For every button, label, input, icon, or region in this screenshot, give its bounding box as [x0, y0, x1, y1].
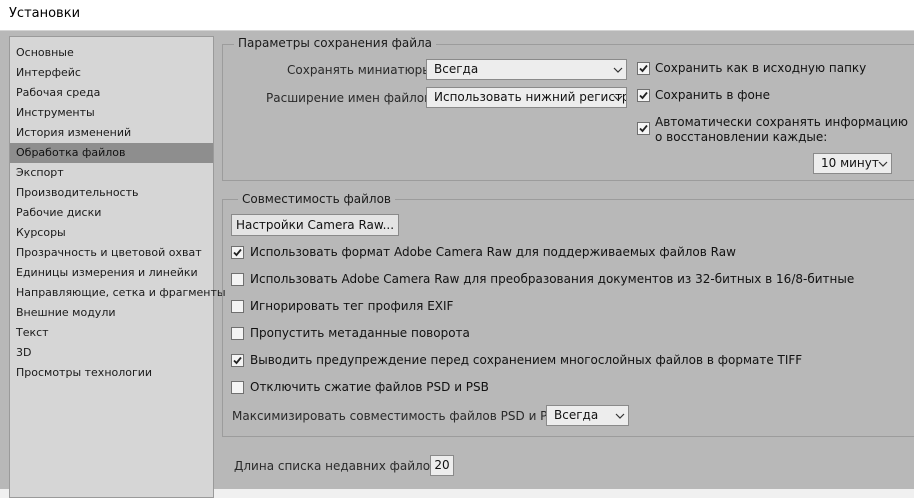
ignore-rotation-label: Пропустить метаданные поворота	[250, 326, 470, 340]
tiff-warning-label: Выводить предупреждение перед сохранение…	[250, 353, 803, 367]
save-background-label: Сохранить в фоне	[655, 88, 771, 102]
auto-save-interval-select[interactable]: 10 минут	[813, 153, 892, 174]
recent-files-label: Длина списка недавних файлов:	[234, 459, 442, 473]
use-acr-32bit-checkbox[interactable]	[231, 273, 244, 286]
ignore-rotation-checkbox[interactable]	[231, 327, 244, 340]
ignore-exif-checkbox[interactable]	[231, 300, 244, 313]
file-extension-select-value: Использовать нижний регистр	[434, 90, 627, 104]
chevron-down-icon	[613, 95, 623, 101]
save-original-folder-label: Сохранить как в исходную папку	[655, 61, 867, 75]
use-acr-32bit-label: Использовать Adobe Camera Raw для преобр…	[250, 272, 855, 286]
sidebar-item-performance[interactable]: Производительность	[10, 183, 213, 203]
preferences-content: Основные Интерфейс Рабочая среда Инструм…	[0, 31, 914, 498]
sidebar-item-cursors[interactable]: Курсоры	[10, 223, 213, 243]
disable-compression-checkbox[interactable]	[231, 381, 244, 394]
chevron-down-icon	[878, 161, 888, 167]
sidebar-item-plugins[interactable]: Внешние модули	[10, 303, 213, 323]
thumbnails-label: Сохранять миниатюры:	[287, 63, 436, 77]
file-extension-label: Расширение имен файлов:	[266, 91, 436, 105]
sidebar: Основные Интерфейс Рабочая среда Инструм…	[9, 36, 226, 498]
sidebar-item-file-handling[interactable]: Обработка файлов	[10, 143, 213, 163]
title-bar: Установки	[0, 0, 914, 31]
sidebar-item-general[interactable]: Основные	[10, 43, 213, 63]
checkmark-icon	[639, 124, 648, 133]
auto-save-interval-value: 10 минут	[821, 156, 879, 170]
auto-save-checkbox[interactable]	[637, 122, 650, 135]
maximize-compatibility-label: Максимизировать совместимость файлов PSD…	[232, 409, 568, 423]
sidebar-item-transparency-gamut[interactable]: Прозрачность и цветовой охват	[10, 243, 213, 263]
chevron-down-icon	[615, 413, 625, 419]
file-saving-options-title: Параметры сохранения файла	[234, 36, 437, 50]
file-compatibility-title: Совместимость файлов	[238, 192, 395, 206]
save-background-checkbox[interactable]	[637, 89, 650, 102]
sidebar-item-3d[interactable]: 3D	[10, 343, 213, 363]
sidebar-item-units-rulers[interactable]: Единицы измерения и линейки	[10, 263, 213, 283]
sidebar-item-tools[interactable]: Инструменты	[10, 103, 213, 123]
sidebar-item-technology-previews[interactable]: Просмотры технологии	[10, 363, 213, 383]
checkmark-icon	[639, 64, 648, 73]
use-acr-raw-label: Использовать формат Adobe Camera Raw для…	[250, 245, 736, 259]
use-acr-raw-checkbox[interactable]	[231, 246, 244, 259]
file-extension-select[interactable]: Использовать нижний регистр	[426, 87, 627, 108]
maximize-compatibility-value: Всегда	[554, 408, 599, 422]
checkmark-icon	[639, 91, 648, 100]
tiff-warning-checkbox[interactable]	[231, 354, 244, 367]
chevron-down-icon	[613, 67, 623, 73]
sidebar-item-history-log[interactable]: История изменений	[10, 123, 213, 143]
camera-raw-settings-button[interactable]: Настройки Camera Raw...	[231, 214, 399, 236]
ignore-exif-label: Игнорировать тег профиля EXIF	[250, 299, 454, 313]
thumbnails-select-value: Всегда	[434, 62, 479, 76]
window-title: Установки	[9, 6, 81, 21]
sidebar-item-interface[interactable]: Интерфейс	[10, 63, 213, 83]
auto-save-label-line1: Автоматически сохранять информацию	[655, 115, 909, 129]
maximize-compatibility-select[interactable]: Всегда	[546, 405, 629, 426]
recent-files-input[interactable]: 20	[430, 455, 454, 476]
disable-compression-label: Отключить сжатие файлов PSD и PSB	[250, 380, 489, 394]
sidebar-item-type[interactable]: Текст	[10, 323, 213, 343]
checkmark-icon	[233, 356, 242, 365]
thumbnails-select[interactable]: Всегда	[426, 59, 627, 80]
sidebar-item-export[interactable]: Экспорт	[10, 163, 213, 183]
sidebar-item-workspace[interactable]: Рабочая среда	[10, 83, 213, 103]
sidebar-item-scratch-disks[interactable]: Рабочие диски	[10, 203, 213, 223]
auto-save-label-line2: о восстановлении каждые:	[655, 130, 828, 144]
checkmark-icon	[233, 248, 242, 257]
save-original-folder-checkbox[interactable]	[637, 62, 650, 75]
sidebar-item-guides-grid-slices[interactable]: Направляющие, сетка и фрагменты	[10, 283, 226, 303]
